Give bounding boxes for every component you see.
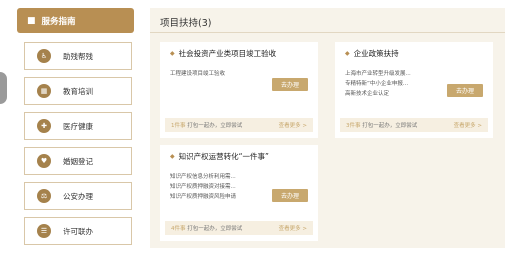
sidebar-item-marriage[interactable]: ♥ 婚姻登记	[24, 147, 132, 175]
view-more-link[interactable]: 查看更多 >	[279, 121, 307, 129]
document-icon: ☰	[37, 224, 51, 238]
grid-icon: ▦	[37, 84, 51, 98]
card-footer: 4件事 打包一起办，立即尝试 查看更多 >	[165, 221, 313, 235]
card-footer: 3件事 打包一起办，立即尝试 查看更多 >	[340, 118, 488, 132]
footer-promo: 1件事 打包一起办，立即尝试	[171, 121, 242, 129]
sidebar-item-label: 医疗健康	[63, 121, 93, 131]
sidebar-item-education[interactable]: ▦ 教育培训	[24, 77, 132, 105]
card-title: ◆ 知识产权运营转化“一件事”	[170, 151, 269, 162]
page-title: 项目扶持(3)	[160, 18, 212, 29]
footer-text: 打包一起办，立即尝试	[185, 123, 243, 129]
footer-text: 打包一起办，立即尝试	[185, 226, 243, 232]
card-item-list: 知识产权信息分析利用需... 知识产权质押融资对接需... 知识产权质押融资风险…	[170, 172, 236, 202]
sidebar-header-label: 服务指南	[41, 16, 76, 27]
sidebar-item-medical[interactable]: ✚ 医疗健康	[24, 112, 132, 140]
project-card: ◆ 社会投资产业类项目竣工验收 工程建设项目竣工验收 去办理 1件事 打包一起办…	[160, 42, 318, 138]
go-handle-button[interactable]: 去办理	[272, 189, 308, 202]
sidebar-item-label: 婚姻登记	[63, 156, 93, 166]
card-item[interactable]: 高新技术企业认定	[345, 89, 411, 99]
scales-icon: ⚖	[37, 189, 51, 203]
footer-count: 1件事	[171, 123, 186, 129]
footer-promo: 4件事 打包一起办，立即尝试	[171, 224, 242, 232]
wheelchair-icon: ♿	[37, 49, 51, 63]
diamond-icon: ◆	[345, 50, 350, 57]
sidebar: ■ 服务指南	[17, 8, 134, 33]
heart-icon: ♥	[37, 154, 51, 168]
go-handle-button[interactable]: 去办理	[447, 84, 483, 97]
diamond-icon: ◆	[170, 153, 175, 160]
footer-count: 3件事	[346, 123, 361, 129]
card-item[interactable]: 上海市产业转型升级发展...	[345, 69, 411, 79]
footer-text: 打包一起办，立即尝试	[360, 123, 418, 129]
project-card: ◆ 知识产权运营转化“一件事” 知识产权信息分析利用需... 知识产权质押融资对…	[160, 145, 318, 241]
card-title-text: 知识产权运营转化“一件事”	[178, 152, 269, 161]
sidebar-item-disability[interactable]: ♿ 助残帮残	[24, 42, 132, 70]
side-tab-handle[interactable]	[0, 72, 7, 104]
sidebar-item-police[interactable]: ⚖ 公安办理	[24, 182, 132, 210]
card-item-list: 工程建设项目竣工验收	[170, 69, 225, 79]
card-title-text: 企业政策扶持	[353, 49, 399, 58]
view-more-link[interactable]: 查看更多 >	[454, 121, 482, 129]
card-item[interactable]: 专精特新”中小企业申报...	[345, 79, 411, 89]
sidebar-header: ■ 服务指南	[17, 8, 134, 33]
sidebar-item-label: 公安办理	[63, 191, 93, 201]
sidebar-item-label: 助残帮残	[63, 51, 93, 61]
card-item-list: 上海市产业转型升级发展... 专精特新”中小企业申报... 高新技术企业认定	[345, 69, 411, 99]
title-divider	[150, 32, 505, 33]
card-item[interactable]: 知识产权信息分析利用需...	[170, 172, 236, 182]
sidebar-item-label: 许可联办	[63, 226, 93, 236]
card-title: ◆ 企业政策扶持	[345, 48, 399, 59]
card-item[interactable]: 工程建设项目竣工验收	[170, 69, 225, 79]
medical-icon: ✚	[37, 119, 51, 133]
diamond-icon: ◆	[170, 50, 175, 57]
page: ■ 服务指南 ♿ 助残帮残 ▦ 教育培训 ✚ 医疗健康 ♥ 婚姻登记 ⚖ 公安办…	[0, 0, 530, 265]
card-footer: 1件事 打包一起办，立即尝试 查看更多 >	[165, 118, 313, 132]
footer-count: 4件事	[171, 226, 186, 232]
card-item[interactable]: 知识产权质押融资风险申请	[170, 192, 236, 202]
card-item[interactable]: 知识产权质押融资对接需...	[170, 182, 236, 192]
main-panel: 项目扶持(3) ◆ 社会投资产业类项目竣工验收 工程建设项目竣工验收 去办理 1…	[150, 8, 505, 248]
sidebar-item-label: 教育培训	[63, 86, 93, 96]
go-handle-button[interactable]: 去办理	[272, 78, 308, 91]
footer-promo: 3件事 打包一起办，立即尝试	[346, 121, 417, 129]
project-card: ◆ 企业政策扶持 上海市产业转型升级发展... 专精特新”中小企业申报... 高…	[335, 42, 493, 138]
briefcase-icon: ■	[27, 15, 36, 26]
card-title: ◆ 社会投资产业类项目竣工验收	[170, 48, 276, 59]
sidebar-item-permit[interactable]: ☰ 许可联办	[24, 217, 132, 245]
card-title-text: 社会投资产业类项目竣工验收	[178, 49, 277, 58]
view-more-link[interactable]: 查看更多 >	[279, 224, 307, 232]
